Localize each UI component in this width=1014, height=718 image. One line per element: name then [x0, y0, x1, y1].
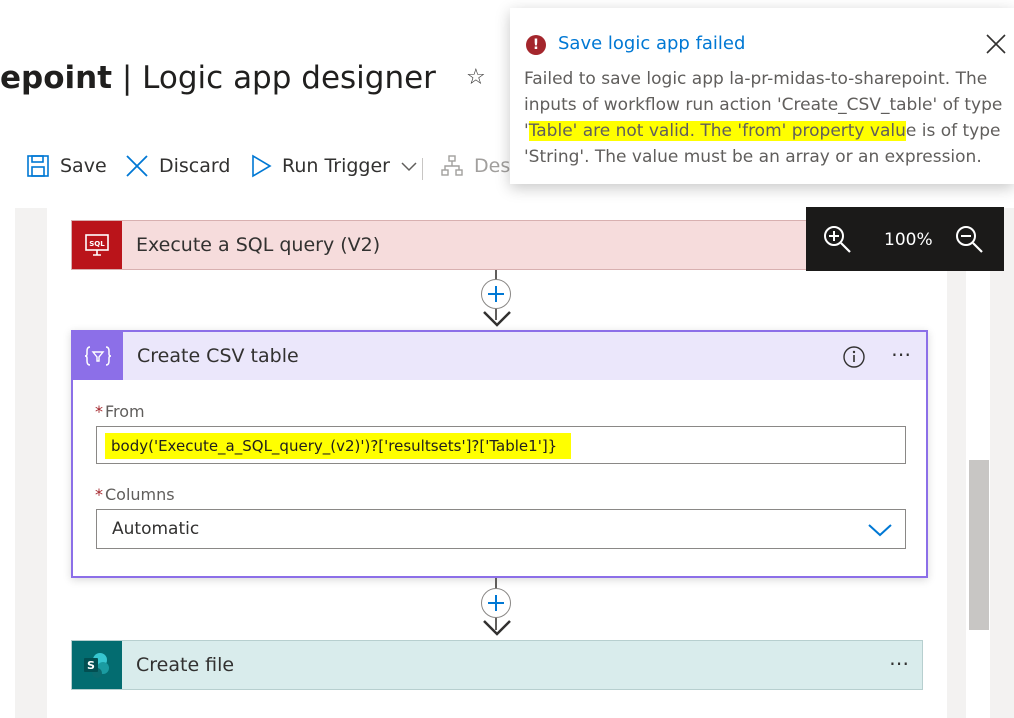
- columns-dropdown[interactable]: Automatic: [96, 509, 906, 549]
- sql-server-icon: SQL: [72, 221, 122, 269]
- insert-step-button[interactable]: [481, 588, 511, 618]
- star-icon[interactable]: ☆: [466, 66, 486, 90]
- error-notification: ! Save logic app failed Failed to save l…: [510, 8, 1014, 184]
- from-label: * From: [95, 402, 145, 421]
- chevron-down-icon[interactable]: [400, 160, 418, 172]
- zoom-out-icon[interactable]: [952, 222, 986, 256]
- play-icon: [252, 154, 272, 178]
- data-operations-icon: [73, 332, 123, 380]
- step-title: Create file: [136, 654, 235, 676]
- page-title: epoint | Logic app designer: [0, 56, 436, 100]
- step-header[interactable]: S Create file ⋯: [72, 641, 922, 689]
- scrollbar-thumb[interactable]: [969, 460, 989, 630]
- step-create-file[interactable]: S Create file ⋯: [71, 640, 923, 690]
- plus-icon: [488, 286, 504, 302]
- discard-button[interactable]: Discard: [125, 150, 230, 182]
- step-title: Execute a SQL query (V2): [136, 234, 381, 256]
- step-header[interactable]: Create CSV table ⋯: [73, 332, 926, 380]
- save-button[interactable]: Save: [26, 150, 107, 182]
- run-trigger-button[interactable]: Run Trigger: [250, 150, 418, 182]
- sharepoint-icon: S: [72, 641, 122, 689]
- save-icon: [27, 155, 49, 177]
- svg-text:S: S: [87, 659, 95, 672]
- insert-step-button[interactable]: [481, 279, 511, 309]
- error-icon: !: [526, 35, 546, 55]
- step-create-csv-table[interactable]: Create CSV table ⋯ * From body('Execute_a…: [71, 330, 928, 578]
- step-header[interactable]: SQL Execute a SQL query (V2): [72, 221, 922, 269]
- plus-icon: [488, 595, 504, 611]
- zoom-level-value: 100%: [884, 230, 933, 250]
- page-title-resource: epoint: [0, 60, 113, 96]
- columns-selected-value: Automatic: [112, 519, 200, 539]
- close-icon[interactable]: [982, 30, 1010, 58]
- zoom-in-icon[interactable]: [820, 222, 854, 256]
- step-execute-sql-query[interactable]: SQL Execute a SQL query (V2): [71, 220, 923, 270]
- columns-label-text: Columns: [105, 485, 175, 504]
- columns-label: * Columns: [95, 485, 175, 504]
- save-label: Save: [60, 155, 107, 177]
- discard-label: Discard: [159, 155, 231, 177]
- notification-message: Failed to save logic app la-pr-midas-to-…: [524, 66, 1010, 170]
- designer-button[interactable]: Desi: [440, 150, 516, 182]
- required-marker: *: [95, 402, 103, 421]
- from-expression-value[interactable]: body('Execute_a_SQL_query_(v2)')?['resul…: [105, 433, 572, 459]
- message-highlight: Table' are not valid. The 'from' propert…: [528, 121, 906, 141]
- run-trigger-label: Run Trigger: [282, 155, 390, 177]
- info-icon[interactable]: [842, 345, 866, 369]
- close-icon: [126, 155, 148, 177]
- from-input[interactable]: body('Execute_a_SQL_query_(v2)')?['resul…: [96, 426, 906, 464]
- svg-text:SQL: SQL: [89, 240, 105, 248]
- more-options-icon[interactable]: ⋯: [891, 342, 912, 366]
- hierarchy-icon: [441, 155, 463, 176]
- notification-title[interactable]: Save logic app failed: [558, 33, 745, 54]
- arrow-down-icon: [483, 620, 511, 636]
- page-title-suffix: | Logic app designer: [112, 60, 436, 96]
- from-label-text: From: [105, 402, 145, 421]
- arrow-down-icon: [483, 311, 511, 327]
- toolbar-divider: [422, 158, 423, 180]
- chevron-down-icon[interactable]: [867, 522, 893, 538]
- step-title: Create CSV table: [137, 345, 299, 367]
- more-options-icon[interactable]: ⋯: [889, 651, 910, 675]
- required-marker: *: [95, 485, 103, 504]
